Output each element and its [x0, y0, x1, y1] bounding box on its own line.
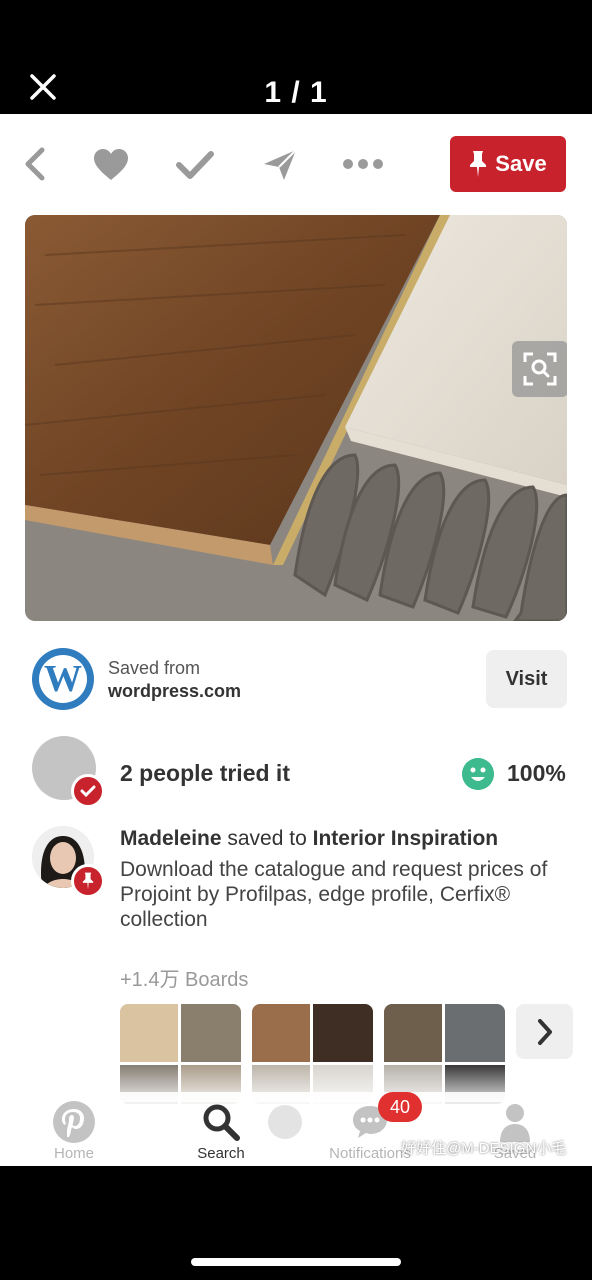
checkmark-badge-icon	[71, 774, 105, 808]
save-button-label: Save	[495, 151, 547, 176]
person-icon	[500, 1104, 530, 1142]
notification-count-badge: 40	[378, 1092, 422, 1122]
smiley-icon	[462, 758, 494, 790]
source-row: W Saved from wordpress.com Visit	[0, 644, 592, 714]
visual-search-button[interactable]	[512, 341, 567, 397]
pin-sheet: Save W Saved from wordpress.com Visit 2 …	[0, 114, 592, 1166]
pinterest-icon	[53, 1101, 95, 1143]
tried-it-percent: 100%	[507, 760, 566, 786]
boards-count[interactable]: +1.4万 Boards	[120, 963, 248, 992]
saved-from-label: Saved from	[108, 658, 201, 678]
saver-board[interactable]: Interior Inspiration	[313, 827, 499, 850]
tab-home[interactable]: Home	[19, 1096, 129, 1162]
checkmark-icon[interactable]	[176, 150, 214, 180]
saver-attribution: Madeleine saved to Interior Inspiration	[120, 827, 498, 851]
saver-section: Madeleine saved to Interior Inspiration …	[0, 822, 592, 992]
pin-action-bar: Save	[0, 114, 592, 214]
back-icon[interactable]	[22, 146, 48, 182]
save-button[interactable]: Save	[450, 136, 566, 192]
pin-image[interactable]	[25, 215, 567, 621]
wordpress-logo-icon: W	[32, 648, 94, 710]
tried-it-text: 2 people tried it	[120, 760, 290, 786]
pin-badge-icon	[71, 864, 105, 898]
watermark: 好好住@M-DESIGN小毛	[401, 1140, 567, 1157]
saver-verb: saved to	[221, 827, 313, 850]
send-icon[interactable]	[262, 148, 298, 182]
lens-icon	[523, 352, 557, 386]
profile-icon	[268, 1105, 302, 1139]
flooring-transition-photo	[25, 215, 567, 621]
next-boards-button[interactable]	[516, 1004, 573, 1059]
pin-icon	[470, 151, 487, 177]
chevron-right-icon	[537, 1018, 552, 1045]
home-indicator[interactable]	[191, 1258, 401, 1266]
more-icon[interactable]	[343, 158, 383, 170]
saver-name[interactable]: Madeleine	[120, 827, 222, 850]
visit-button[interactable]: Visit	[486, 650, 567, 708]
tried-it-row[interactable]: 2 people tried it 100%	[0, 734, 592, 814]
source-domain[interactable]: wordpress.com	[108, 681, 241, 702]
viewer-header: 1 / 1	[0, 0, 592, 114]
heart-icon[interactable]	[92, 148, 130, 182]
pin-description: Download the catalogue and request price…	[120, 858, 548, 931]
tab-label: Home	[53, 1145, 94, 1162]
image-counter: 1 / 1	[264, 76, 328, 109]
